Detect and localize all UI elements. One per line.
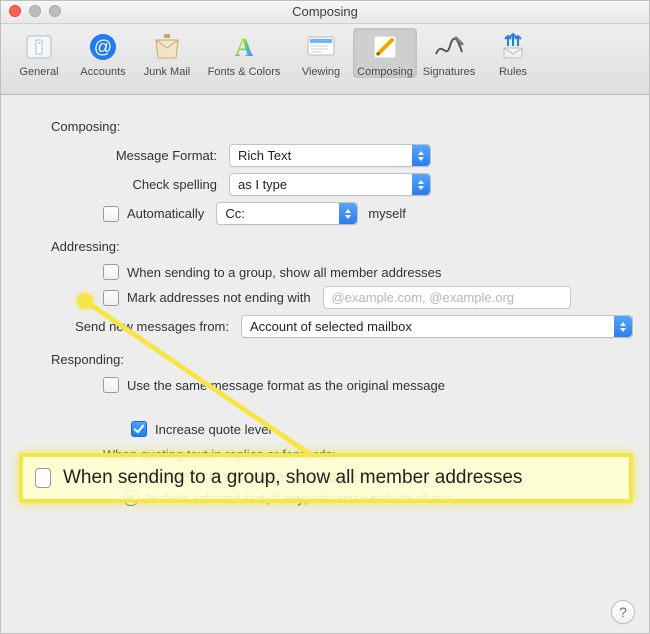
check-spelling-label: Check spelling: [17, 177, 229, 192]
signatures-icon: [432, 30, 466, 64]
chevrons-updown-icon: [412, 145, 430, 166]
fonts-colors-icon: A: [227, 30, 261, 64]
message-format-value: Rich Text: [238, 148, 291, 163]
increase-quote-label: Increase quote level: [155, 422, 271, 437]
toolbar-tab-label: General: [19, 66, 58, 78]
group-show-all-checkbox[interactable]: [103, 264, 119, 280]
annotation-text: When sending to a group, show all member…: [63, 467, 522, 489]
message-format-popup[interactable]: Rich Text: [229, 144, 431, 167]
help-icon: ?: [619, 604, 627, 620]
toolbar-tab-junk-mail[interactable]: Junk Mail: [135, 28, 199, 78]
toolbar-tab-viewing[interactable]: Viewing: [289, 28, 353, 78]
close-button[interactable]: [9, 5, 21, 17]
check-spelling-value: as I type: [238, 177, 287, 192]
annotation-callout: When sending to a group, show all member…: [19, 453, 633, 503]
increase-quote-checkbox[interactable]: [131, 421, 147, 437]
mark-addresses-field[interactable]: @example.com, @example.org: [323, 286, 571, 309]
mark-addresses-label: Mark addresses not ending with: [127, 290, 311, 305]
toolbar-tab-label: Accounts: [80, 66, 125, 78]
annotation-pointer-dot: [77, 293, 93, 309]
window-title: Composing: [1, 1, 649, 23]
chevrons-updown-icon: [614, 316, 632, 337]
toolbar-tab-signatures[interactable]: Signatures: [417, 28, 481, 78]
send-from-popup[interactable]: Account of selected mailbox: [241, 315, 633, 338]
preferences-window: Composing General @ Accounts: [0, 0, 650, 634]
automatically-label: Automatically: [127, 206, 204, 221]
toolbar-tab-label: Junk Mail: [144, 66, 190, 78]
cc-bcc-popup[interactable]: Cc:: [216, 202, 358, 225]
same-format-checkbox[interactable]: [103, 377, 119, 393]
chevrons-updown-icon: [339, 203, 357, 224]
composing-heading: Composing:: [51, 119, 633, 134]
mark-addresses-placeholder: @example.com, @example.org: [332, 290, 514, 305]
toolbar-tab-label: Viewing: [302, 66, 340, 78]
toolbar-tab-composing[interactable]: Composing: [353, 28, 417, 78]
annotation-checkbox: [35, 468, 51, 488]
viewing-icon: [304, 30, 338, 64]
message-format-label: Message Format:: [17, 148, 229, 163]
same-format-label: Use the same message format as the origi…: [127, 378, 445, 393]
addressing-group: Addressing: When sending to a group, sho…: [17, 239, 633, 338]
automatically-checkbox[interactable]: [103, 206, 119, 222]
toolbar-tab-accounts[interactable]: @ Accounts: [71, 28, 135, 78]
junk-mail-icon: [150, 30, 184, 64]
content-area: Composing: Message Format: Rich Text Che…: [1, 95, 649, 634]
composing-group: Composing: Message Format: Rich Text Che…: [17, 119, 633, 225]
zoom-button[interactable]: [49, 5, 61, 17]
svg-text:A: A: [235, 33, 254, 62]
check-spelling-popup[interactable]: as I type: [229, 173, 431, 196]
group-show-all-label: When sending to a group, show all member…: [127, 265, 441, 280]
rules-icon: [496, 30, 530, 64]
toolbar-tab-label: Signatures: [423, 66, 476, 78]
toolbar-tab-fonts-colors[interactable]: A Fonts & Colors: [199, 28, 289, 78]
toolbar-tab-general[interactable]: General: [7, 28, 71, 78]
at-sign-icon: @: [86, 30, 120, 64]
toolbar-tab-label: Fonts & Colors: [208, 66, 281, 78]
toolbar-tab-label: Composing: [357, 66, 413, 78]
svg-text:@: @: [94, 37, 112, 57]
general-icon: [22, 30, 56, 64]
send-from-label: Send new messages from:: [17, 319, 241, 334]
cc-bcc-value: Cc:: [225, 206, 245, 221]
myself-label: myself: [368, 206, 406, 221]
mark-addresses-checkbox[interactable]: [103, 290, 119, 306]
help-button[interactable]: ?: [611, 600, 635, 624]
composing-icon: [368, 30, 402, 64]
addressing-heading: Addressing:: [51, 239, 633, 254]
chevrons-updown-icon: [412, 174, 430, 195]
titlebar: Composing: [1, 1, 649, 24]
minimize-button[interactable]: [29, 5, 41, 17]
responding-heading: Responding:: [51, 352, 633, 367]
send-from-value: Account of selected mailbox: [250, 319, 412, 334]
toolbar-tab-rules[interactable]: Rules: [481, 28, 545, 78]
preferences-toolbar: General @ Accounts Junk Mail: [1, 24, 649, 95]
toolbar-tab-label: Rules: [499, 66, 527, 78]
traffic-lights: [9, 5, 61, 17]
